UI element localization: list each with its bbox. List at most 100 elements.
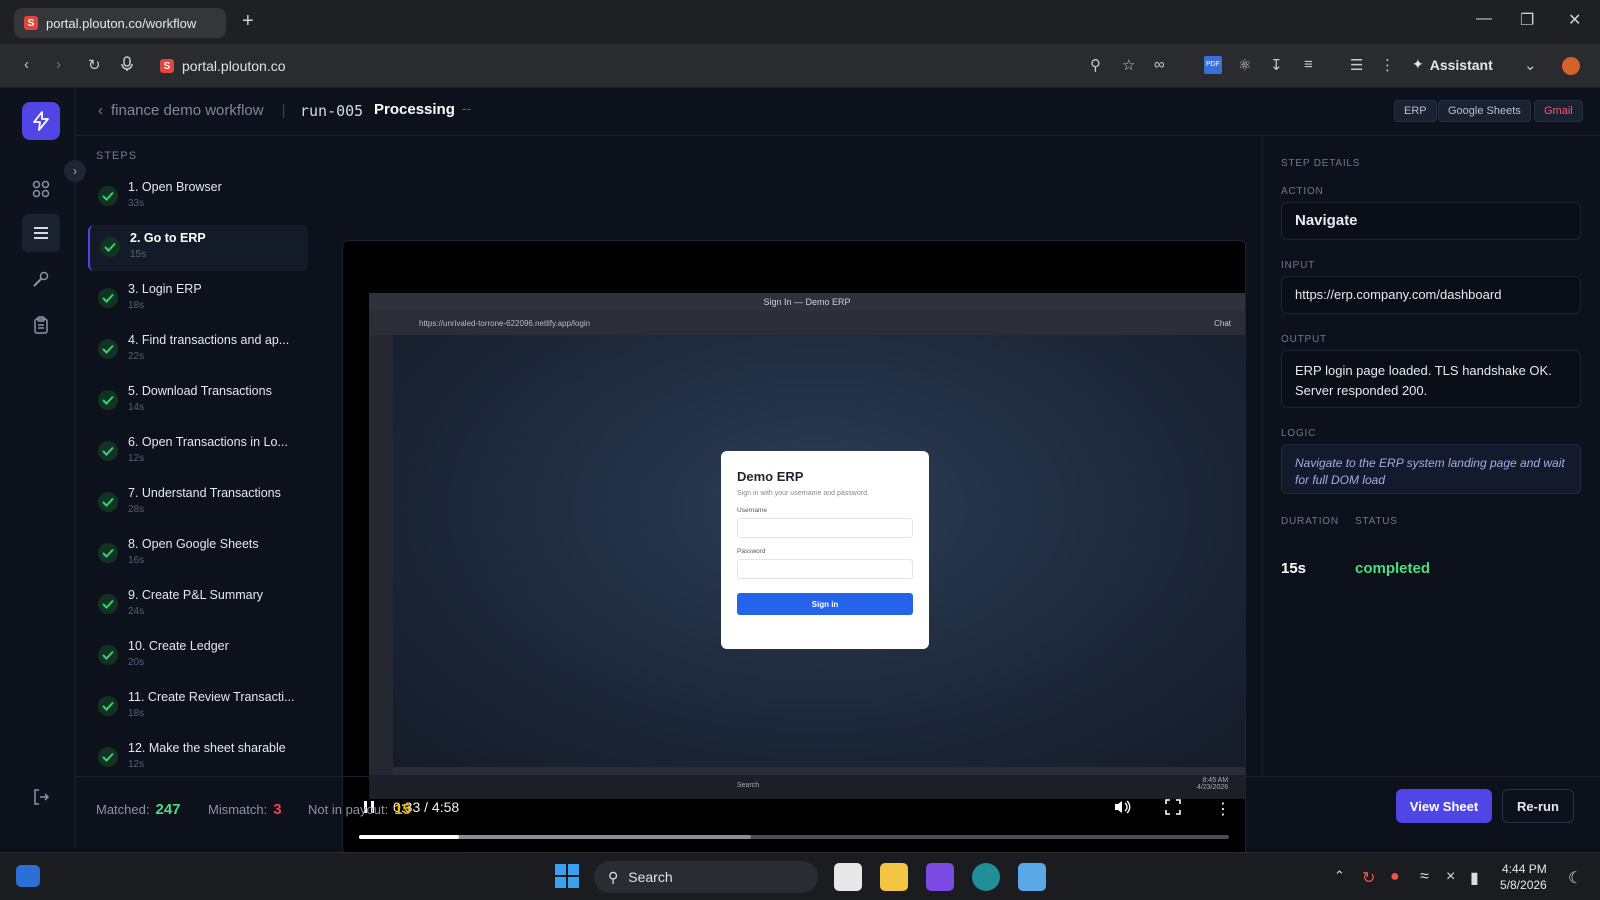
integration-badge-erp[interactable]: ERP [1394, 100, 1437, 122]
new-tab-button[interactable]: + [242, 10, 254, 33]
system-clock[interactable]: 4:44 PM 5/8/2026 [1500, 861, 1547, 893]
monitor-app-icon[interactable] [1018, 863, 1046, 891]
recorded-page: Demo ERP Sign in with your username and … [393, 335, 1245, 767]
speaker-muted-icon[interactable]: × [1446, 868, 1455, 886]
search-icon: ⚲ [608, 868, 619, 885]
step-item[interactable]: 5. Download Transactions 14s [88, 378, 308, 424]
app-root: ‹ finance demo workflow | run-005 Proces… [0, 88, 1600, 856]
recorded-browser-window: Sign In — Demo ERP https://unrivaled-tor… [369, 293, 1245, 775]
not-in-payout-label: Not in payout: [308, 802, 389, 817]
os-taskbar: ⚲ Search ⌃ ↻ ● ≈ × ▮ 4:44 PM 5/8/2026 ☾ [0, 852, 1600, 900]
input-value: https://erp.company.com/dashboard [1281, 276, 1581, 314]
step-item[interactable]: 11. Create Review Transacti... 18s [88, 684, 308, 730]
pdf-extension-icon[interactable]: PDF [1204, 56, 1222, 74]
integration-badge-gmail[interactable]: Gmail [1534, 100, 1583, 122]
close-window-icon[interactable]: ✕ [1568, 10, 1581, 30]
integration-badge-google-sheets[interactable]: Google Sheets [1438, 100, 1531, 122]
wrench-icon[interactable] [26, 264, 56, 294]
url-text: portal.plouton.co [182, 58, 286, 74]
app-icon[interactable] [926, 863, 954, 891]
rerun-button[interactable]: Re-run [1502, 789, 1574, 823]
run-status: Processing [374, 101, 455, 118]
step-item[interactable]: 10. Create Ledger 20s [88, 633, 308, 679]
clipboard-icon[interactable] [26, 310, 56, 340]
step-item[interactable]: 4. Find transactions and ap... 22s [88, 327, 308, 373]
step-label: 7. Understand Transactions [128, 486, 281, 500]
logout-icon[interactable] [26, 782, 56, 812]
step-duration: 18s [128, 708, 145, 719]
check-circle-icon [98, 339, 118, 359]
step-duration: 12s [128, 759, 145, 770]
key-icon[interactable]: ⚲ [1090, 56, 1101, 74]
step-item[interactable]: 2. Go to ERP 15s [88, 225, 308, 271]
check-circle-icon [98, 645, 118, 665]
step-item[interactable]: 9. Create P&L Summary 24s [88, 582, 308, 628]
breadcrumb-back-link[interactable]: ‹ finance demo workflow | [98, 102, 285, 119]
reload-icon[interactable]: ↻ [88, 56, 101, 74]
step-item[interactable]: 8. Open Google Sheets 16s [88, 531, 308, 577]
collapse-chevron-icon[interactable]: › [64, 160, 86, 182]
clock-date: 5/8/2026 [1500, 878, 1547, 892]
bookmark-star-icon[interactable]: ☆ [1122, 56, 1135, 74]
notification-icon[interactable]: ☾ [1568, 868, 1582, 888]
logic-label: LOGIC [1281, 428, 1317, 439]
step-item[interactable]: 7. Understand Transactions 28s [88, 480, 308, 526]
separator: | [281, 102, 286, 119]
input-label: INPUT [1281, 260, 1315, 271]
password-field [737, 559, 913, 579]
tray-mic-icon[interactable]: ● [1390, 868, 1400, 886]
step-duration: 33s [128, 198, 145, 209]
output-label: OUTPUT [1281, 334, 1327, 345]
browser-tab[interactable]: S portal.plouton.co/workflow [14, 8, 226, 38]
menu-lines-icon[interactable]: ☰ [1350, 56, 1363, 74]
run-status-dash: -- [462, 100, 472, 116]
view-sheet-button[interactable]: View Sheet [1396, 789, 1492, 823]
minimize-icon[interactable]: — [1476, 10, 1492, 28]
taskbar-search[interactable]: ⚲ Search [594, 861, 818, 893]
reading-list-icon[interactable]: ≡ [1304, 56, 1313, 73]
browser-app-icon[interactable] [972, 863, 1000, 891]
steps-panel: STEPS 1. Open Browser 33s 2. Go to ERP 15s 3… [76, 136, 320, 776]
link-icon[interactable]: ∞ [1154, 56, 1165, 73]
app-logo[interactable] [22, 102, 60, 140]
step-item[interactable]: 12. Make the sheet sharable 12s [88, 735, 308, 781]
workflow-header: ‹ finance demo workflow | run-005 Proces… [76, 88, 1600, 136]
list-icon[interactable] [22, 214, 60, 252]
check-circle-icon [98, 288, 118, 308]
profile-avatar[interactable] [1562, 57, 1580, 75]
step-label: 9. Create P&L Summary [128, 588, 264, 602]
address-bar[interactable]: S portal.plouton.co [160, 51, 1020, 81]
site-favicon-icon: S [160, 59, 174, 73]
windows-start-icon[interactable] [554, 863, 582, 891]
file-explorer-icon[interactable] [880, 863, 908, 891]
login-subtitle: Sign in with your username and password. [737, 490, 869, 497]
wifi-icon[interactable]: ≈ [1420, 868, 1429, 886]
back-icon[interactable]: ‹ [24, 56, 29, 73]
assistant-button[interactable]: ✦ Assistant [1412, 56, 1493, 73]
tab-title: portal.plouton.co/workflow [46, 15, 197, 31]
step-duration: 20s [128, 657, 145, 668]
download-icon[interactable]: ↧ [1270, 56, 1283, 74]
step-duration: 12s [128, 453, 145, 464]
browser-tab-bar: S portal.plouton.co/workflow + — ❐ ✕ [0, 0, 1600, 44]
tray-sync-icon[interactable]: ↻ [1362, 868, 1375, 888]
widgets-icon[interactable] [16, 865, 40, 887]
battery-icon[interactable]: ▮ [1470, 868, 1479, 888]
microphone-icon[interactable] [120, 56, 134, 72]
restore-icon[interactable]: ❐ [1520, 10, 1534, 30]
recorded-window-title: Sign In — Demo ERP [369, 293, 1245, 311]
forward-icon[interactable]: › [56, 56, 61, 73]
audio-wave-icon[interactable]: ⋮ [1380, 56, 1395, 74]
step-item[interactable]: 6. Open Transactions in Lo... 12s [88, 429, 308, 475]
tray-chevron-icon[interactable]: ⌃ [1334, 868, 1345, 884]
grid-icon[interactable] [26, 174, 56, 204]
step-item[interactable]: 1. Open Browser 33s [88, 174, 308, 220]
recorded-chat-button: Chat [1214, 318, 1231, 328]
login-card: Demo ERP Sign in with your username and … [721, 451, 929, 649]
username-label: Username [737, 507, 767, 514]
task-view-icon[interactable] [834, 863, 862, 891]
step-item[interactable]: 3. Login ERP 18s [88, 276, 308, 322]
extensions-icon[interactable]: ⚛ [1238, 56, 1251, 74]
chevron-down-icon[interactable]: ⌄ [1524, 56, 1537, 74]
recording-video-player[interactable]: Sign In — Demo ERP https://unrivaled-tor… [342, 240, 1246, 856]
